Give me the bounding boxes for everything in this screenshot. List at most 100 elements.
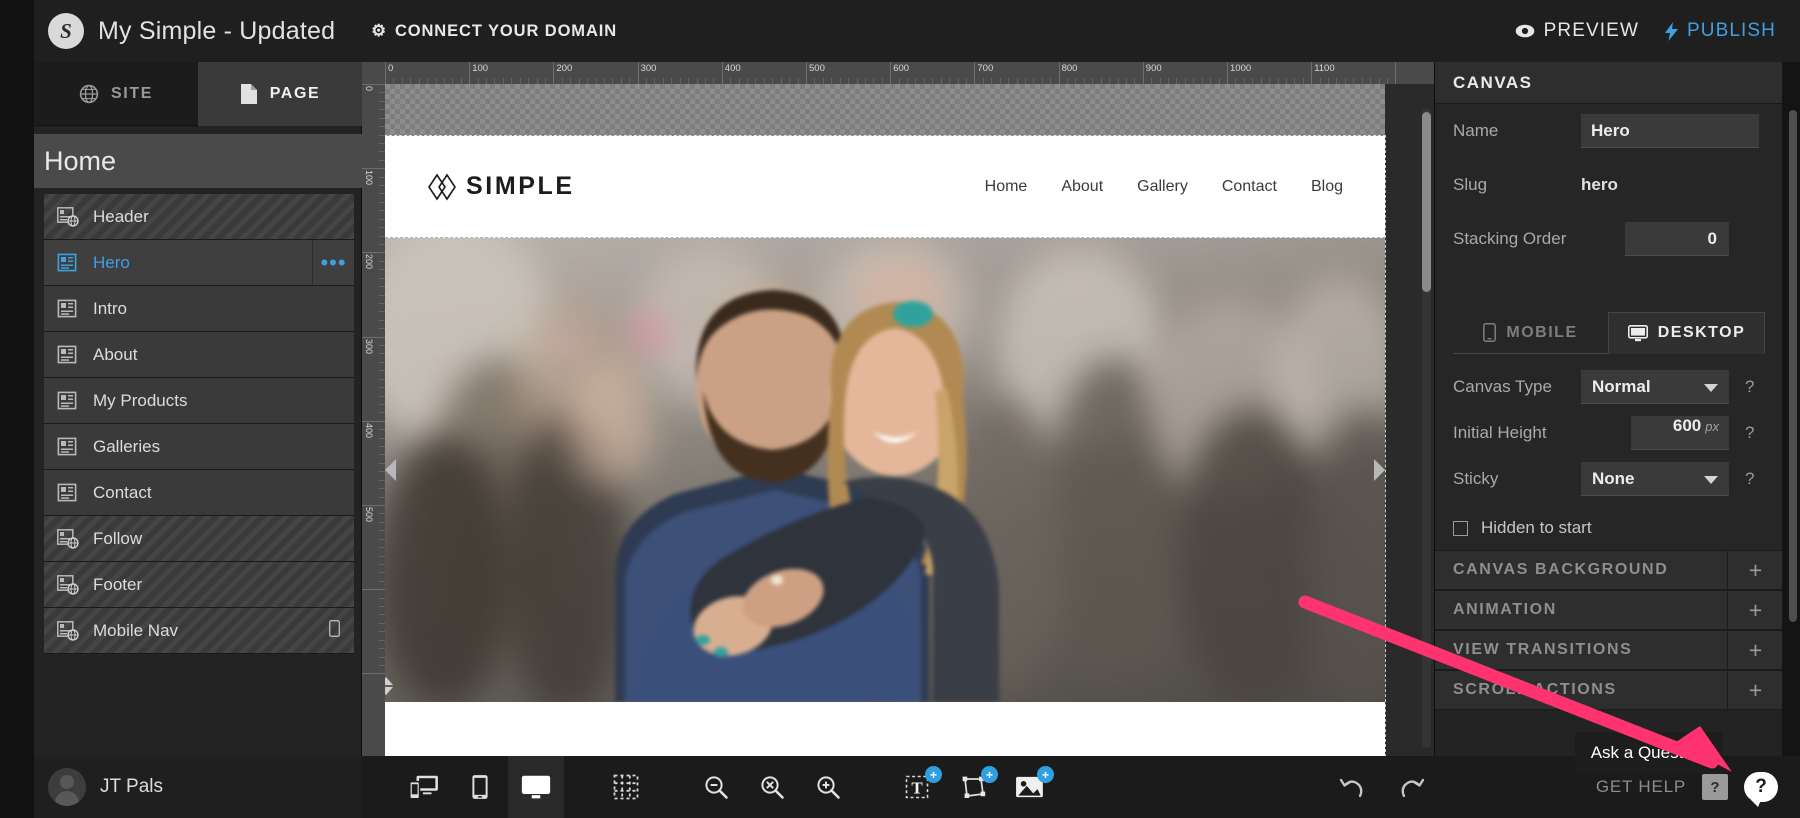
publish-button[interactable]: PUBLISH (1664, 20, 1776, 42)
hidden-to-start-checkbox[interactable] (1453, 520, 1468, 536)
right-panel-scrollbar[interactable] (1789, 110, 1797, 622)
right-panel-inner: CANVAS Name Slug hero Stacking Order (1435, 62, 1783, 756)
initial-height-row: Initial Height 600 px ? (1453, 410, 1765, 456)
avatar (48, 768, 86, 806)
tab-desktop-label: DESKTOP (1657, 324, 1746, 341)
section-title: VIEW TRANSITIONS (1453, 641, 1633, 658)
section-scroll-actions[interactable]: SCROLL ACTIONS + (1435, 670, 1783, 710)
sticky-help-icon[interactable]: ? (1745, 469, 1754, 489)
tab-mobile[interactable]: MOBILE (1453, 312, 1608, 354)
site-nav-link-about[interactable]: About (1061, 178, 1103, 196)
responsive-view-button[interactable] (396, 756, 452, 818)
sticky-select[interactable]: None (1581, 462, 1729, 496)
chevron-down-icon (1704, 383, 1718, 392)
zoom-in-button[interactable] (800, 756, 856, 818)
user-name: JT Pals (100, 776, 164, 797)
layer-options-button[interactable]: ••• (312, 240, 354, 286)
preview-button[interactable]: PREVIEW (1515, 20, 1639, 42)
canvas-type-help-icon[interactable]: ? (1745, 377, 1754, 397)
canvas-collapse-right-arrow[interactable] (1374, 459, 1385, 481)
ruler-tick (362, 420, 385, 422)
tab-site[interactable]: SITE (34, 62, 198, 126)
tab-desktop[interactable]: DESKTOP (1608, 312, 1765, 354)
user-bar[interactable]: JT Pals (0, 756, 362, 818)
layer-label: Galleries (93, 436, 161, 456)
tab-page[interactable]: PAGE (198, 62, 362, 126)
ruler-label: 0 (364, 86, 374, 92)
hidden-to-start-row[interactable]: Hidden to start (1435, 506, 1783, 550)
get-help-label[interactable]: GET HELP (1596, 777, 1686, 797)
tab-site-label: SITE (111, 84, 153, 102)
layer-item-intro[interactable]: Intro (44, 286, 354, 332)
initial-height-help-icon[interactable]: ? (1745, 423, 1754, 443)
connect-domain-button[interactable]: ⚙ CONNECT YOUR DOMAIN (371, 21, 617, 41)
site-nav-link-gallery[interactable]: Gallery (1137, 178, 1188, 196)
layer-item-mobile-nav[interactable]: Mobile Nav (44, 608, 354, 654)
section-expand-button[interactable]: + (1727, 590, 1783, 630)
add-text-button[interactable]: T + (890, 756, 946, 818)
canvas-icon (57, 391, 79, 411)
grid-button[interactable] (598, 756, 654, 818)
section-view-transitions[interactable]: VIEW TRANSITIONS + (1435, 630, 1783, 670)
grid-icon (611, 774, 641, 800)
desktop-view-button[interactable] (508, 756, 564, 818)
add-image-button[interactable]: + (1002, 756, 1058, 818)
canvas-type-row: Canvas Type Normal ? (1453, 364, 1765, 410)
ruler-label: 600 (893, 63, 910, 74)
transparent-area (385, 84, 1385, 136)
globe-icon (79, 84, 99, 103)
canvas-viewport[interactable]: SIMPLE Home About Gallery Contact Blog (385, 84, 1434, 756)
layer-item-contact[interactable]: Contact (44, 470, 354, 516)
add-shape-button[interactable]: + (946, 756, 1002, 818)
layer-item-footer[interactable]: Footer (44, 562, 354, 608)
layer-label: Contact (93, 482, 152, 502)
canvas-scrollbar-thumb[interactable] (1422, 112, 1431, 292)
section-expand-button[interactable]: + (1727, 670, 1783, 710)
site-header-canvas[interactable]: SIMPLE Home About Gallery Contact Blog (385, 136, 1385, 238)
add-badge-icon: + (981, 766, 998, 783)
ruler-label: 900 (1145, 63, 1162, 74)
site-nav-link-contact[interactable]: Contact (1222, 178, 1277, 196)
canvas-type-value: Normal (1592, 376, 1651, 396)
canvas-type-select[interactable]: Normal (1581, 370, 1729, 404)
section-expand-button[interactable]: + (1727, 630, 1783, 670)
mobile-only-icon (329, 620, 340, 641)
site-logo: SIMPLE (427, 172, 575, 201)
layer-item-galleries[interactable]: Galleries (44, 424, 354, 470)
ask-question-button[interactable]: ? (1744, 772, 1778, 807)
panel-basic-props: Name Slug hero Stacking Order (1435, 104, 1783, 304)
gear-icon: ⚙ (371, 22, 387, 40)
redo-button[interactable] (1390, 756, 1434, 818)
layer-item-about[interactable]: About (44, 332, 354, 378)
vertical-ruler[interactable]: 0 100 200 300 400 500 (362, 84, 385, 756)
initial-height-input[interactable]: 600 px (1631, 416, 1729, 450)
site-nav-link-blog[interactable]: Blog (1311, 178, 1343, 196)
name-input[interactable] (1581, 114, 1759, 148)
zoom-reset-button[interactable] (744, 756, 800, 818)
hero-image[interactable] (385, 238, 1385, 702)
brand[interactable]: S My Simple - Updated (48, 13, 335, 49)
layer-item-hero[interactable]: Hero ••• (44, 240, 354, 286)
site-nav-link-home[interactable]: Home (985, 178, 1028, 196)
site-preview-frame[interactable]: SIMPLE Home About Gallery Contact Blog (385, 135, 1386, 756)
ruler-tick (362, 84, 385, 85)
diamond-logo-icon (428, 173, 456, 200)
layer-item-my-products[interactable]: My Products (44, 378, 354, 424)
horizontal-ruler[interactable]: 0 100 200 300 400 500 600 700 800 900 1000 1100 (385, 62, 1434, 84)
section-expand-button[interactable]: + (1727, 550, 1783, 590)
undo-button[interactable] (1330, 756, 1374, 818)
section-canvas-background[interactable]: CANVAS BACKGROUND + (1435, 550, 1783, 590)
layer-item-follow[interactable]: Follow (44, 516, 354, 562)
site-nav: Home About Gallery Contact Blog (985, 178, 1343, 196)
canvas-collapse-left-arrow[interactable] (385, 459, 396, 481)
section-animation[interactable]: ANIMATION + (1435, 590, 1783, 630)
ruler-label: 500 (364, 507, 374, 523)
canvas-icon (57, 345, 79, 365)
ruler-label: 0 (388, 63, 394, 74)
zoom-out-button[interactable] (688, 756, 744, 818)
mobile-view-button[interactable] (452, 756, 508, 818)
help-square-button[interactable]: ? (1702, 774, 1728, 800)
topbar-actions: PREVIEW PUBLISH (1515, 0, 1776, 62)
stacking-order-input[interactable] (1625, 222, 1729, 256)
layer-item-header[interactable]: Header (44, 194, 354, 240)
